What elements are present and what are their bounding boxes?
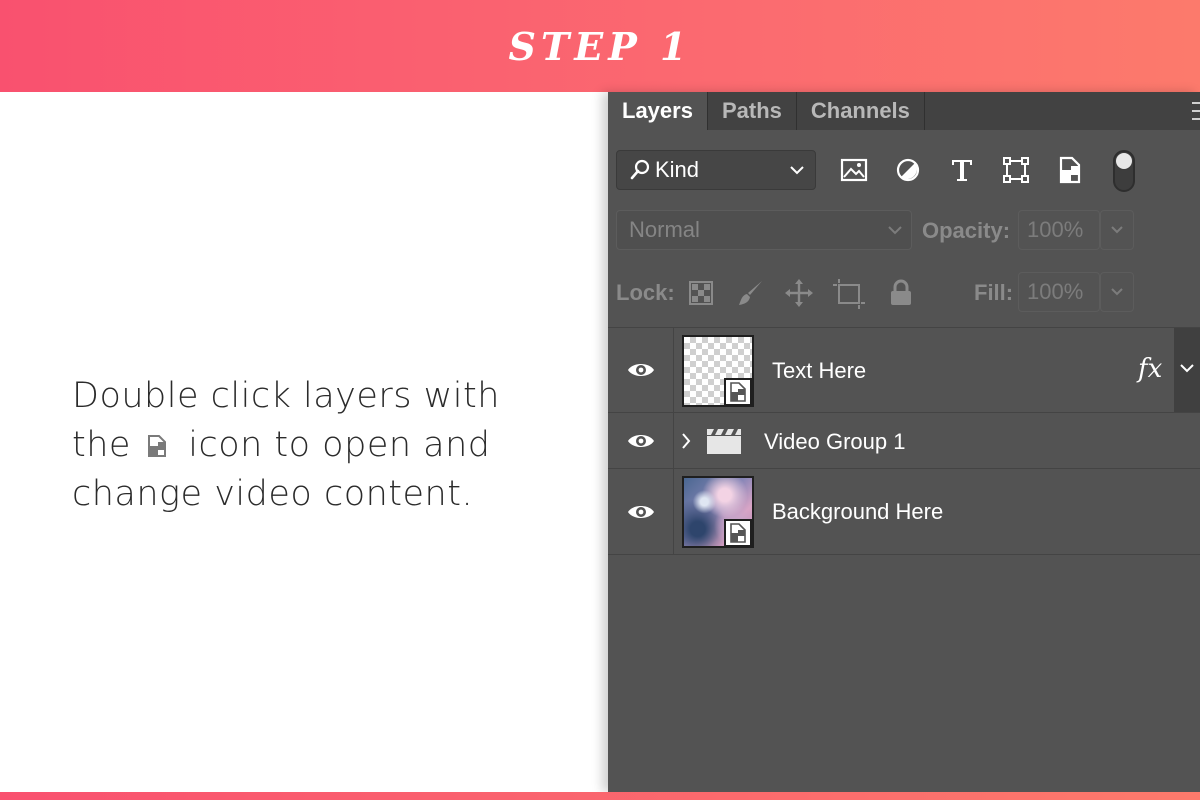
fx-indicator[interactable]: fx — [1138, 354, 1162, 384]
shape-filter-icon[interactable] — [998, 152, 1034, 188]
kind-label: Kind — [655, 157, 700, 182]
instruction-line-2: the icon to open and — [72, 421, 572, 470]
blend-mode-value: Normal — [629, 217, 700, 242]
eye-icon — [627, 505, 654, 518]
panel-tabs: Layers Paths Channels — [608, 92, 1200, 130]
layer-name: Video Group 1 — [764, 429, 906, 454]
layer-row-video-group[interactable]: Video Group 1 — [608, 413, 1200, 469]
chevron-down-icon — [1111, 226, 1123, 234]
instruction-line-3: change video content. — [72, 474, 474, 514]
chevron-down-icon — [888, 226, 902, 235]
lock-all-icon[interactable] — [884, 276, 918, 310]
instruction-line-2-end: icon to open and — [188, 425, 491, 465]
fill-dropdown[interactable] — [1100, 272, 1134, 312]
tab-paths[interactable]: Paths — [708, 92, 797, 130]
layers-panel: Layers Paths Channels Kind Normal Opacit… — [608, 92, 1200, 792]
filter-icons — [836, 152, 1106, 188]
layer-row-text-here[interactable]: Text Here fx — [608, 327, 1200, 413]
filter-toggle[interactable] — [1113, 150, 1135, 192]
layer-name: Background Here — [772, 499, 944, 524]
layer-name: Text Here — [772, 358, 867, 383]
adjustment-filter-icon[interactable] — [890, 152, 926, 188]
smart-object-filter-icon[interactable] — [1052, 152, 1088, 188]
instructions-text: Double click layers with the icon to ope… — [72, 372, 572, 519]
lock-image-icon[interactable] — [734, 276, 768, 310]
type-filter-icon[interactable] — [944, 152, 980, 188]
eye-icon — [627, 364, 654, 376]
kind-filter-select[interactable]: Kind — [616, 150, 816, 190]
tab-layers[interactable]: Layers — [608, 92, 708, 130]
opacity-dropdown[interactable] — [1100, 210, 1134, 250]
lock-row: Lock: Fill: 100% — [608, 272, 1200, 314]
layer-row-background-here[interactable]: Background Here — [608, 469, 1200, 555]
banner-title: STEP 1 — [508, 23, 692, 69]
panel-menu-icon[interactable] — [1192, 102, 1200, 120]
chevron-down-icon — [1111, 288, 1123, 296]
lock-label: Lock: — [616, 280, 675, 305]
toggle-knob — [1116, 153, 1132, 169]
search-icon — [629, 159, 651, 181]
lock-artboard-icon[interactable] — [832, 276, 866, 310]
step-banner: STEP 1 — [0, 0, 1200, 92]
opacity-label: Opacity: — [922, 218, 1011, 243]
bottom-bar — [0, 792, 1200, 800]
instruction-line-2-start: the — [72, 425, 131, 465]
blend-row: Normal Opacity: 100% — [608, 210, 1200, 252]
instruction-line-1: Double click layers with — [72, 376, 500, 416]
filter-row: Kind — [608, 142, 1200, 192]
smart-object-icon — [724, 519, 752, 547]
lock-transparent-icon[interactable] — [684, 276, 718, 310]
visibility-toggle[interactable] — [608, 328, 674, 412]
visibility-toggle[interactable] — [608, 469, 674, 554]
blend-mode-select[interactable]: Normal — [616, 210, 912, 250]
tab-channels[interactable]: Channels — [797, 92, 925, 130]
fill-label: Fill: — [974, 280, 1014, 305]
visibility-toggle[interactable] — [608, 413, 674, 468]
eye-icon — [627, 434, 654, 447]
opacity-field[interactable]: 100% — [1018, 210, 1100, 250]
image-filter-icon[interactable] — [836, 152, 872, 188]
scrollbar[interactable] — [1174, 328, 1200, 412]
smart-object-icon — [724, 378, 752, 406]
chevron-down-icon — [1180, 364, 1194, 373]
fill-field[interactable]: 100% — [1018, 272, 1100, 312]
smart-object-icon — [147, 435, 166, 457]
lock-position-icon[interactable] — [782, 276, 816, 310]
clapperboard-icon — [707, 429, 741, 454]
chevron-down-icon — [790, 166, 804, 175]
chevron-right-icon[interactable] — [680, 431, 692, 451]
